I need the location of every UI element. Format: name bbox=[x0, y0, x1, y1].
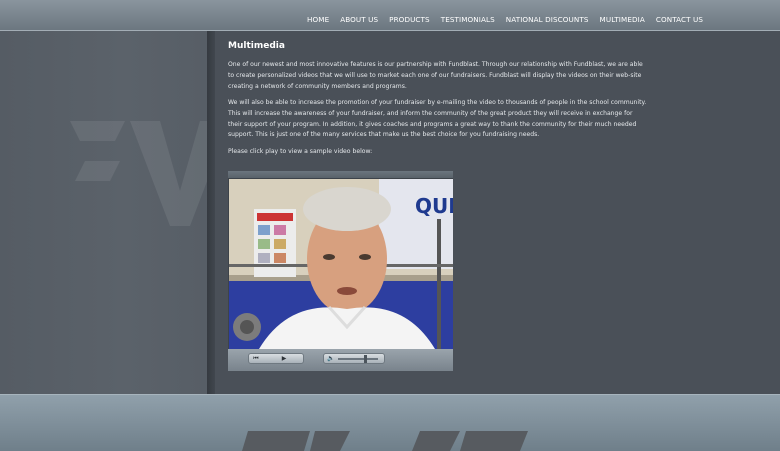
playback-controls: ⏮ ▶ bbox=[248, 353, 304, 364]
play-icon[interactable]: ▶ bbox=[279, 355, 289, 362]
volume-slider-handle[interactable] bbox=[364, 355, 367, 363]
video-player[interactable]: QUITE ⏮ ▶ 🔈 bbox=[228, 171, 453, 371]
nav-national-discounts-link[interactable]: NATIONAL DISCOUNTS bbox=[506, 15, 589, 24]
video-player-top-bar bbox=[228, 171, 453, 178]
main-navigation: HOME ABOUT US PRODUCTS TESTIMONIALS NATI… bbox=[307, 15, 714, 24]
volume-icon: 🔈 bbox=[327, 355, 335, 362]
left-sidebar-panel bbox=[0, 31, 207, 394]
column-divider bbox=[207, 31, 215, 394]
nav-about-us-link[interactable]: ABOUT US bbox=[340, 15, 378, 24]
watermark-logo-graphic bbox=[70, 121, 207, 226]
footer-bar bbox=[0, 394, 780, 451]
nav-products-link[interactable]: PRODUCTS bbox=[389, 15, 430, 24]
page-title: Multimedia bbox=[228, 41, 285, 51]
nav-contact-us-link[interactable]: CONTACT US bbox=[656, 15, 703, 24]
nav-home-link[interactable]: HOME bbox=[307, 15, 329, 24]
promotion-paragraph: We will also be able to increase the pro… bbox=[228, 99, 647, 139]
intro-paragraph: One of our newest and most innovative fe… bbox=[228, 61, 643, 90]
main-content: Multimedia One of our newest and most in… bbox=[215, 31, 780, 394]
nav-multimedia-link[interactable]: MULTIMEDIA bbox=[600, 15, 645, 24]
play-instruction-text: Please click play to view a sample video… bbox=[228, 148, 373, 155]
footer-logo-graphic bbox=[242, 431, 528, 451]
video-frame[interactable]: QUITE bbox=[229, 179, 453, 349]
video-controls-bar: ⏮ ▶ 🔈 bbox=[228, 349, 453, 371]
wall-sign-text: QUITE bbox=[415, 194, 453, 218]
nav-testimonials-link[interactable]: TESTIMONIALS bbox=[441, 15, 495, 24]
volume-control[interactable]: 🔈 bbox=[323, 353, 385, 364]
rewind-icon[interactable]: ⏮ bbox=[251, 355, 261, 362]
volume-track[interactable] bbox=[338, 358, 378, 360]
top-navigation-bar: HOME ABOUT US PRODUCTS TESTIMONIALS NATI… bbox=[0, 0, 780, 31]
